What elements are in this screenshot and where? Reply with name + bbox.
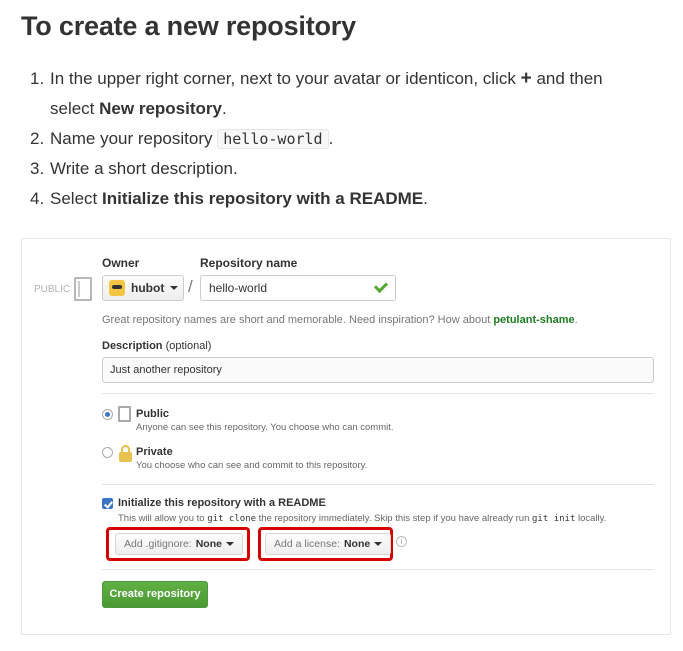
initialize-readme-title: Initialize this repository with a README xyxy=(118,497,326,509)
gitignore-value: None xyxy=(195,538,222,550)
step-punct: . xyxy=(221,99,227,118)
repo-icon xyxy=(118,406,131,422)
path-separator: / xyxy=(188,277,193,296)
new-repository-form: PUBLIC Owner Repository name hubot / hel… xyxy=(21,238,671,635)
public-option-description: Anyone can see this repository. You choo… xyxy=(136,422,394,433)
step-number: 3. xyxy=(30,159,45,178)
hint-punct: . xyxy=(574,314,578,326)
description-label-text: Description xyxy=(102,340,163,352)
code-snippet: git clone xyxy=(207,514,257,524)
description-label: Description (optional) xyxy=(102,340,211,352)
list-item: 2. Name your repository hello-world. xyxy=(30,124,660,154)
description-input[interactable]: Just another repository xyxy=(102,357,654,383)
instruction-list: 1. In the upper right corner, next to yo… xyxy=(30,64,660,214)
license-select[interactable]: Add a license: None xyxy=(265,533,392,555)
hint-text: Great repository names are short and mem… xyxy=(102,314,491,326)
lock-icon xyxy=(119,445,132,462)
chevron-down-icon xyxy=(374,542,383,546)
license-prefix: Add a license: xyxy=(274,538,340,550)
step-text: and then xyxy=(536,69,603,88)
initialize-readme-checkbox[interactable] xyxy=(102,498,113,509)
divider xyxy=(102,393,654,394)
init-text: locally. xyxy=(578,513,607,524)
repository-name-value: hello-world xyxy=(209,281,268,295)
chevron-down-icon xyxy=(170,286,179,290)
repository-name-input[interactable]: hello-world xyxy=(200,275,396,301)
list-item: 4. Select Initialize this repository wit… xyxy=(30,184,660,214)
public-option-title: Public xyxy=(136,408,170,420)
plus-icon: + xyxy=(520,68,532,89)
step-punct: . xyxy=(423,189,428,208)
step-emphasis: Initialize this repository with a README xyxy=(101,189,424,208)
page-title: To create a new repository xyxy=(21,11,356,41)
create-repository-button[interactable]: Create repository xyxy=(102,581,208,608)
owner-value: hubot xyxy=(131,281,165,295)
name-hint: Great repository names are short and mem… xyxy=(102,314,578,326)
repository-name-label: Repository name xyxy=(200,256,298,270)
private-option-title: Private xyxy=(136,446,173,458)
private-option-description: You choose who can see and commit to thi… xyxy=(136,460,368,471)
private-radio[interactable] xyxy=(102,447,113,458)
repo-icon xyxy=(74,277,92,301)
list-item: 3. Write a short description. xyxy=(30,154,660,184)
init-text: the repository immediately. Skip this st… xyxy=(258,513,530,524)
step-number: 2. xyxy=(30,129,45,148)
step-text: select xyxy=(50,99,95,118)
step-text: Write a short description. xyxy=(50,159,238,178)
step-text: In the upper right corner, next to your … xyxy=(50,69,516,88)
name-suggestion-link[interactable]: petulant-shame xyxy=(493,314,574,326)
gitignore-prefix: Add .gitignore: xyxy=(124,538,192,550)
step-text: Name your repository xyxy=(50,129,213,148)
step-number: 1. xyxy=(30,69,45,88)
step-punct: . xyxy=(328,129,334,148)
list-item: 1. In the upper right corner, next to yo… xyxy=(30,64,660,124)
optional-tag: (optional) xyxy=(165,340,212,352)
step-number: 4. xyxy=(30,189,45,208)
step-emphasis: New repository xyxy=(99,99,222,118)
chevron-down-icon xyxy=(225,542,234,546)
owner-label: Owner xyxy=(102,256,140,270)
public-badge: PUBLIC xyxy=(34,284,71,295)
avatar xyxy=(109,280,125,296)
public-radio[interactable] xyxy=(102,409,113,420)
step-text: Select xyxy=(50,189,98,208)
license-value: None xyxy=(343,538,371,550)
initialize-readme-description: This will allow you to git clone the rep… xyxy=(118,513,606,524)
info-icon[interactable]: i xyxy=(396,536,407,547)
divider xyxy=(102,484,654,485)
init-text: This will allow you to xyxy=(118,513,205,524)
check-icon xyxy=(373,278,389,294)
divider xyxy=(102,569,654,570)
code-snippet: hello-world xyxy=(217,129,329,149)
owner-select[interactable]: hubot xyxy=(102,275,184,301)
code-snippet: git init xyxy=(532,514,576,524)
gitignore-select[interactable]: Add .gitignore: None xyxy=(115,533,243,555)
